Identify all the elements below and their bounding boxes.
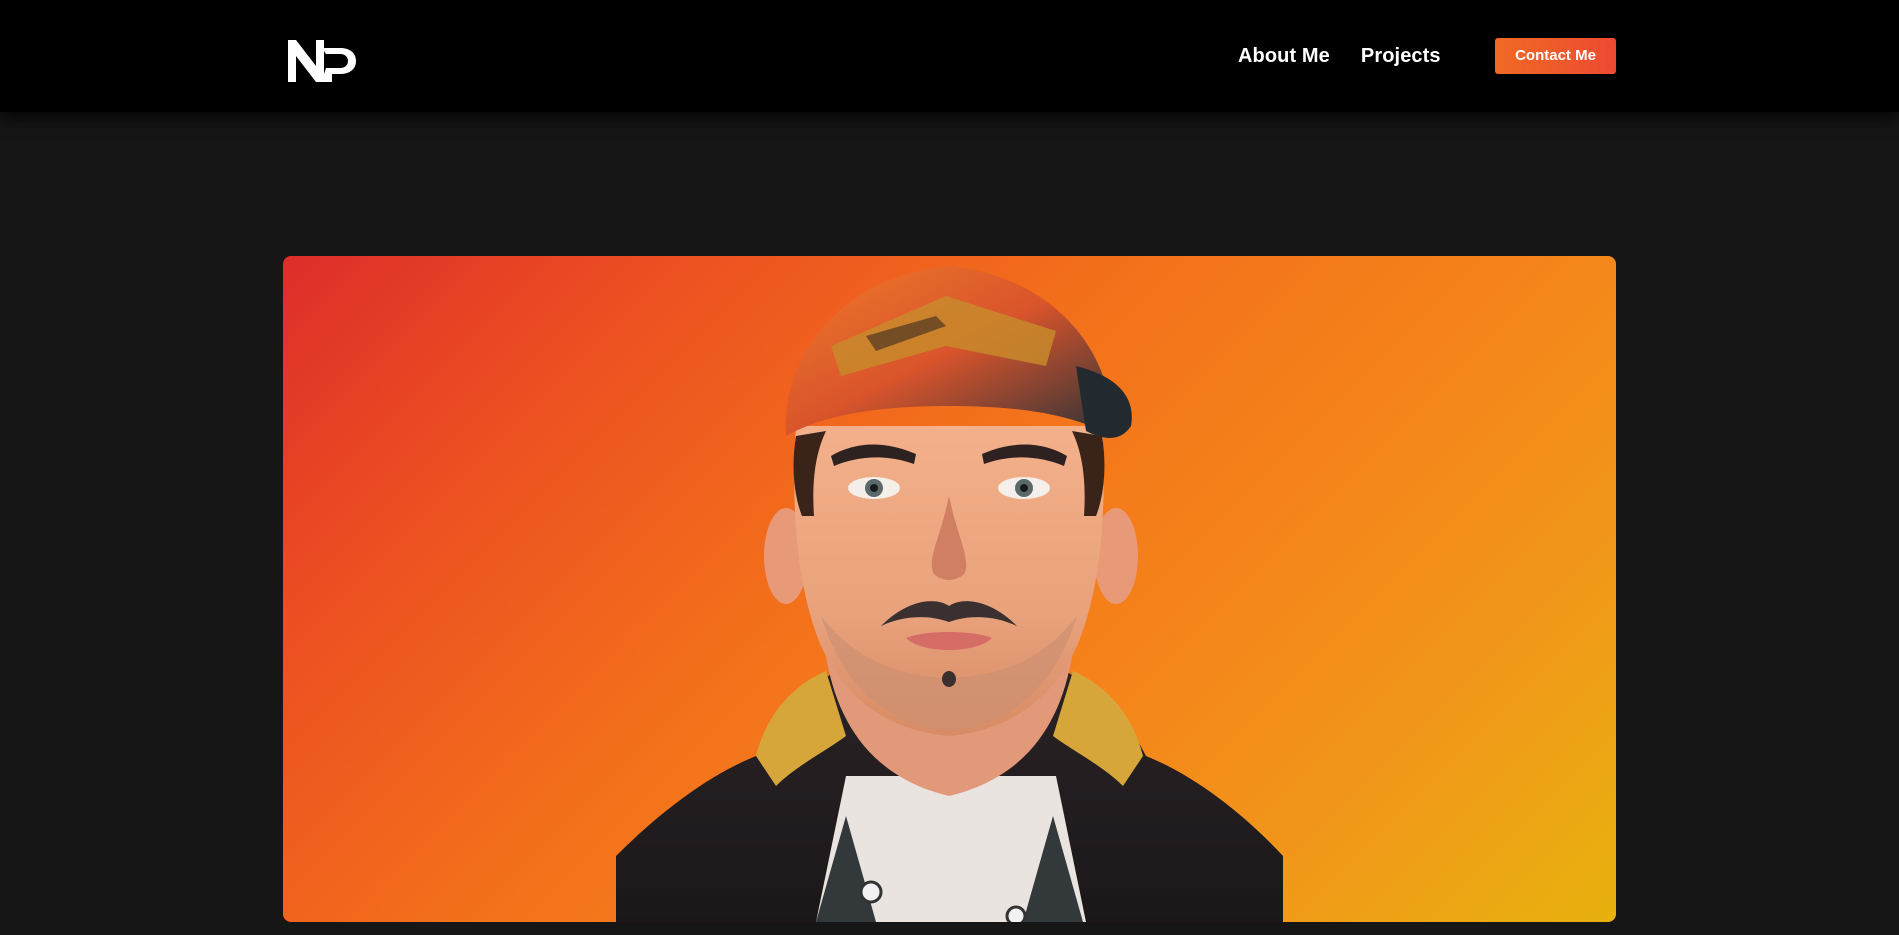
contact-me-button[interactable]: Contact Me (1495, 38, 1616, 74)
main-nav: About Me Projects (1238, 42, 1441, 70)
site-header: NP About Me Projects Contact Me (0, 0, 1899, 112)
nav-about-me[interactable]: About Me (1238, 42, 1330, 70)
hero-banner (283, 256, 1616, 922)
nav-projects[interactable]: Projects (1361, 42, 1441, 70)
np-logo-icon: NP (288, 40, 356, 82)
avatar-illustration (616, 256, 1283, 922)
